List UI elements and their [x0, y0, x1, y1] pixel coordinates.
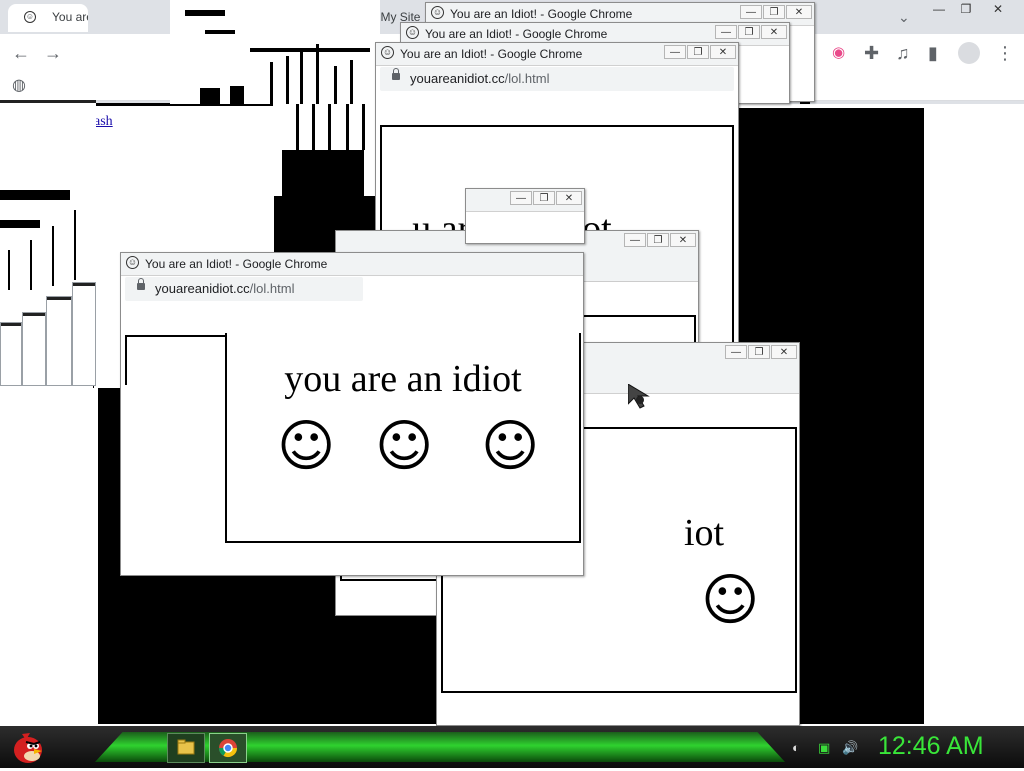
forward-icon[interactable]: → [44, 44, 62, 62]
lock-icon [137, 278, 145, 290]
volume-icon[interactable]: 🔊 [842, 740, 858, 756]
url-domain: youareanidiot.cc [410, 71, 505, 86]
popup-title: You are an Idiot! - Google Chrome [400, 47, 583, 61]
tab-label: You are [52, 10, 88, 24]
smiley-icon: ☺ [277, 414, 336, 479]
smiley-favicon-icon: ☺ [381, 46, 394, 59]
restore-button[interactable]: ❐ [533, 191, 555, 205]
popup-title: You are an Idiot! - Google Chrome [425, 27, 608, 41]
idiot-message: iot [683, 512, 725, 554]
side-panel-icon[interactable]: ▮ [928, 44, 938, 62]
taskbar: ◐ ▣ 🔊 12:46 AM [0, 726, 1024, 768]
bg-close-button[interactable]: ✕ [985, 0, 1011, 18]
minimize-button[interactable]: — [715, 25, 737, 39]
popup-title: You are an Idiot! - Google Chrome [450, 7, 633, 21]
taskbar-folder-button[interactable] [167, 733, 205, 763]
url-domain: youareanidiot.cc [155, 281, 250, 296]
taskbar-chrome-button[interactable] [209, 733, 247, 763]
popup-window-front[interactable]: ☺ You are an Idiot! - Google Chrome youa… [120, 252, 584, 576]
smiley-icon: ☺ [481, 414, 540, 479]
popup-titlebar[interactable]: — ❐ ✕ [466, 189, 584, 212]
ghost-frame-edge [125, 335, 225, 385]
minimize-button[interactable]: — [664, 45, 686, 59]
lock-icon [392, 68, 400, 80]
minimize-button[interactable]: — [725, 345, 747, 359]
minimize-button[interactable]: — [510, 191, 532, 205]
network-icon[interactable]: ▣ [818, 740, 830, 756]
smiley-favicon-icon: ☺ [126, 256, 139, 269]
url-path: /lol.html [504, 71, 550, 86]
close-button[interactable]: ✕ [556, 191, 582, 205]
angry-bird-icon [14, 733, 42, 763]
tab-search-chevron-icon[interactable]: ⌄ [898, 8, 910, 26]
restore-button[interactable]: ❐ [748, 345, 770, 359]
close-button[interactable]: ✕ [710, 45, 736, 59]
restore-button[interactable]: ❐ [647, 233, 669, 247]
puzzle-icon[interactable]: ✚ [864, 44, 879, 62]
app-tray-icon[interactable]: ◐ [792, 740, 800, 755]
smiley-favicon-icon: ☺ [24, 11, 36, 23]
start-button[interactable] [8, 728, 46, 766]
address-bar[interactable]: youareanidiot.cc/lol.html [125, 277, 363, 301]
folder-icon [177, 739, 195, 755]
back-icon[interactable]: ← [12, 44, 30, 62]
smiley-favicon-icon: ☺ [406, 26, 419, 39]
bg-minimize-button[interactable]: — [928, 0, 950, 18]
close-button[interactable]: ✕ [670, 233, 696, 247]
close-button[interactable]: ✕ [786, 5, 812, 19]
tab-you-are[interactable]: ☺ You are [8, 4, 88, 32]
restore-button[interactable]: ❐ [738, 25, 760, 39]
chrome-icon [219, 739, 237, 758]
globe-icon[interactable]: ◍ [12, 77, 26, 95]
media-icon[interactable]: ♫ [896, 44, 910, 62]
page-link[interactable]: ash [94, 114, 113, 130]
restore-button[interactable]: ❐ [687, 45, 709, 59]
menu-icon[interactable]: ⋮ [996, 44, 1014, 62]
minimize-button[interactable]: — [624, 233, 646, 247]
minimize-button[interactable]: — [740, 5, 762, 19]
close-button[interactable]: ✕ [771, 345, 797, 359]
url-path: /lol.html [249, 281, 295, 296]
restore-button[interactable]: ❐ [763, 5, 785, 19]
close-button[interactable]: ✕ [761, 25, 787, 39]
content-frame: you are an idiot ☺ ☺ ☺ [225, 333, 581, 543]
smiley-icon: ☺ [701, 568, 760, 633]
popup-titlebar[interactable]: ☺ You are an Idiot! - Google Chrome [121, 253, 583, 276]
address-bar[interactable]: youareanidiot.cc/lol.html [380, 67, 734, 91]
popup-title: You are an Idiot! - Google Chrome [145, 257, 328, 271]
idiot-message: you are an idiot [284, 358, 522, 400]
popup-window[interactable]: — ❐ ✕ [465, 188, 585, 244]
extension-icon[interactable]: ◉ [832, 44, 845, 62]
bg-restore-button[interactable]: ❐ [955, 0, 977, 18]
popup-titlebar[interactable]: ☺ You are an Idiot! - Google Chrome — ❐ ✕ [376, 43, 738, 66]
clock[interactable]: 12:46 AM [878, 732, 984, 761]
smiley-favicon-icon: ☺ [431, 6, 444, 19]
smiley-icon: ☺ [375, 414, 434, 479]
profile-avatar-icon[interactable] [958, 42, 980, 64]
